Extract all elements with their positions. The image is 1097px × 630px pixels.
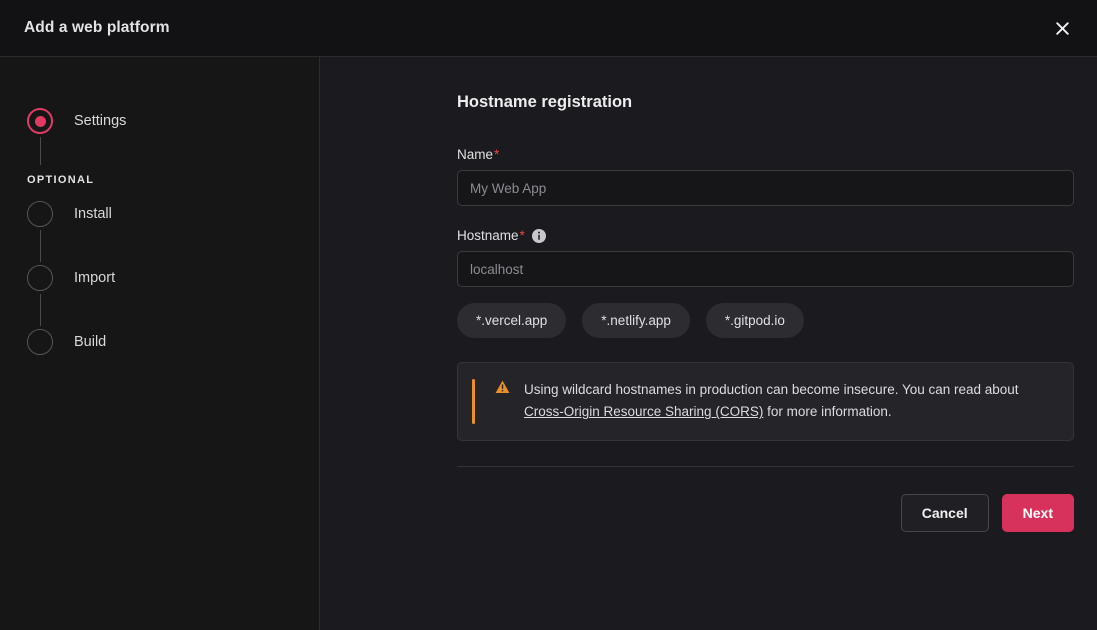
dialog-body: Settings OPTIONAL Install Import Build H… xyxy=(0,57,1097,630)
section-title: Hostname registration xyxy=(457,93,633,111)
next-button[interactable]: Next xyxy=(1001,493,1074,532)
sidebar-optional-heading: OPTIONAL xyxy=(27,174,95,186)
step-dot-icon xyxy=(35,337,46,348)
name-label-text: Name xyxy=(457,147,494,162)
cancel-button[interactable]: Cancel xyxy=(900,493,989,532)
step-label-import: Import xyxy=(74,270,116,286)
step-label-settings: Settings xyxy=(74,113,127,129)
wizard-main-panel: Hostname registration Name* Hostname* xyxy=(320,57,1097,630)
sidebar-step-settings[interactable]: Settings xyxy=(27,105,319,137)
wildcard-warning-callout: Using wildcard hostnames in production c… xyxy=(457,362,1074,441)
callout-text-after: for more information. xyxy=(763,404,892,420)
name-field-label: Name * xyxy=(457,147,1074,162)
required-marker: * xyxy=(519,228,525,243)
step-label-install: Install xyxy=(74,206,112,222)
step-dot-icon xyxy=(34,115,46,127)
step-dot-icon xyxy=(35,273,46,284)
wizard-sidebar: Settings OPTIONAL Install Import Build xyxy=(0,57,320,630)
footer-divider xyxy=(457,465,1074,467)
sidebar-step-import[interactable]: Import xyxy=(27,262,319,294)
name-field-group: Name * xyxy=(457,147,1074,206)
hostname-field-label: Hostname * xyxy=(457,228,1074,243)
callout-accent-bar xyxy=(472,379,475,424)
step-marker-icon xyxy=(27,265,53,291)
callout-text-before: Using wildcard hostnames in production c… xyxy=(524,382,1019,397)
step-marker-icon xyxy=(27,201,53,227)
cors-link[interactable]: Cross-Origin Resource Sharing (CORS) xyxy=(524,404,763,419)
step-marker-icon xyxy=(27,108,53,134)
sidebar-step-build[interactable]: Build xyxy=(27,326,319,358)
sidebar-step-install[interactable]: Install xyxy=(27,198,319,230)
dialog-title: Add a web platform xyxy=(24,19,170,36)
step-connector xyxy=(40,230,41,262)
hostname-suggestion-chips: *.vercel.app *.netlify.app *.gitpod.io xyxy=(457,303,1074,338)
step-dot-icon xyxy=(35,209,46,220)
step-marker-icon xyxy=(27,329,53,355)
step-label-build: Build xyxy=(74,334,107,350)
hostname-label-text: Hostname xyxy=(457,228,519,243)
warning-triangle-icon-glyph xyxy=(495,380,510,393)
hostname-field-group: Hostname * xyxy=(457,228,1074,287)
info-icon[interactable] xyxy=(531,228,546,243)
callout-text: Using wildcard hostnames in production c… xyxy=(524,379,1055,424)
step-connector xyxy=(40,294,41,326)
close-icon-glyph xyxy=(1055,21,1069,35)
info-icon-glyph xyxy=(531,228,546,243)
hostname-input[interactable] xyxy=(457,251,1074,287)
chip-vercel[interactable]: *.vercel.app xyxy=(457,303,567,338)
dialog-actions: Cancel Next xyxy=(457,493,1074,532)
wizard-stepper: Settings OPTIONAL Install Import Build xyxy=(0,105,319,358)
required-marker: * xyxy=(494,147,500,162)
dialog-header: Add a web platform xyxy=(0,0,1097,57)
close-icon[interactable] xyxy=(1047,13,1077,43)
warning-triangle-icon xyxy=(495,380,510,394)
name-input[interactable] xyxy=(457,170,1074,206)
step-connector xyxy=(40,137,41,165)
chip-gitpod[interactable]: *.gitpod.io xyxy=(705,303,804,338)
chip-netlify[interactable]: *.netlify.app xyxy=(582,303,690,338)
form-container: Hostname registration Name* Hostname* xyxy=(457,93,1074,532)
add-web-platform-dialog: Add a web platform Settings OPTIONAL Ins… xyxy=(0,0,1097,630)
